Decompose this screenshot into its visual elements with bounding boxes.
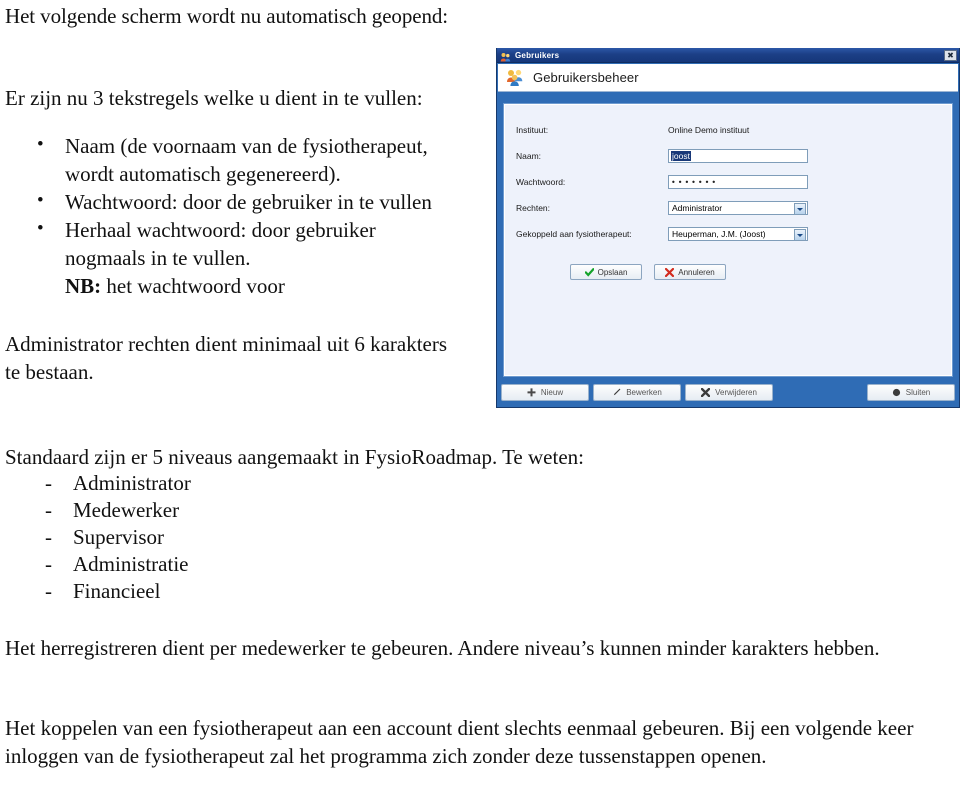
wachtwoord-input-value: •••••••	[671, 177, 719, 187]
list-item: Herhaal wachtwoord: door gebruiker nogma…	[37, 215, 460, 300]
naam-label: Naam:	[516, 151, 542, 161]
nb-note: NB: het wachtwoord voor	[65, 272, 460, 300]
wachtwoord-input[interactable]: •••••••	[668, 175, 808, 189]
close-icon[interactable]: ✖	[944, 49, 957, 61]
gebruikers-window: Gebruikers ✖ Gebruikersbeheer Instituut:…	[496, 48, 960, 408]
delete-icon	[700, 387, 711, 398]
levels-list: Administrator Medewerker Supervisor Admi…	[5, 470, 505, 605]
form-row-wachtwoord: Wachtwoord: •••••••	[516, 172, 942, 192]
list-item: Supervisor	[45, 524, 505, 551]
verwijderen-button[interactable]: Verwijderen	[685, 384, 773, 401]
list-item: Medewerker	[45, 497, 505, 524]
check-icon	[584, 267, 594, 277]
window-body-panel: Instituut: Online Demo instituut Naam: j…	[503, 103, 953, 377]
list-item: Naam (de voornaam van de fysiotherapeut,…	[37, 131, 460, 188]
fysiotherapeut-select-value: Heuperman, J.M. (Joost)	[672, 229, 766, 239]
annuleren-button[interactable]: Annuleren	[654, 264, 726, 280]
plus-icon	[527, 388, 536, 397]
sluiten-button[interactable]: Sluiten	[867, 384, 955, 401]
verwijderen-button-label: Verwijderen	[715, 388, 757, 397]
nieuw-button[interactable]: Nieuw	[501, 384, 589, 401]
user-form: Instituut: Online Demo instituut Naam: j…	[516, 120, 942, 250]
chevron-down-icon[interactable]	[794, 229, 806, 241]
rechten-select[interactable]: Administrator	[668, 201, 808, 215]
rechten-label: Rechten:	[516, 203, 551, 213]
rechten-select-value: Administrator	[672, 203, 723, 213]
window-titlebar: Gebruikers ✖	[497, 48, 959, 63]
naam-input-value: joost	[671, 151, 691, 161]
nieuw-button-label: Nieuw	[540, 388, 564, 397]
list-item-text: Herhaal wachtwoord: door gebruiker nogma…	[65, 218, 376, 270]
instituut-label: Instituut:	[516, 125, 549, 135]
pencil-icon	[612, 388, 621, 397]
fysiotherapeut-label: Gekoppeld aan fysiotherapeut:	[516, 229, 632, 239]
bullet-list: Naam (de voornaam van de fysiotherapeut,…	[5, 131, 460, 300]
nb-continuation: Administrator rechten dient minimaal uit…	[5, 332, 448, 384]
list-item: Administratie	[45, 551, 505, 578]
instituut-value: Online Demo instituut	[668, 125, 750, 135]
opslaan-button[interactable]: Opslaan	[570, 264, 642, 280]
intro-paragraph: Er zijn nu 3 tekstregels welke u dient i…	[5, 86, 423, 110]
nb-inline-text: het wachtwoord voor	[106, 274, 285, 298]
cross-icon	[665, 267, 675, 277]
list-item: Administrator	[45, 470, 505, 497]
list-item: Wachtwoord: door de gebruiker in te vull…	[37, 187, 460, 216]
annuleren-button-label: Annuleren	[678, 267, 715, 277]
levels-intro-paragraph: Standaard zijn er 5 niveaus aangemaakt i…	[5, 445, 584, 469]
koppelen-paragraph: Het koppelen van een fysiotherapeut aan …	[5, 716, 914, 768]
users-icon	[500, 50, 511, 61]
users-group-icon	[506, 69, 525, 86]
page-title: Het volgende scherm wordt nu automatisch…	[5, 4, 448, 28]
form-actions: Opslaan Annuleren	[570, 264, 726, 280]
wachtwoord-label: Wachtwoord:	[516, 177, 566, 187]
form-row-instituut: Instituut: Online Demo instituut	[516, 120, 942, 140]
form-row-naam: Naam: joost	[516, 146, 942, 166]
naam-input[interactable]: joost	[668, 149, 808, 163]
window-header: Gebruikersbeheer	[498, 64, 958, 92]
fysiotherapeut-select[interactable]: Heuperman, J.M. (Joost)	[668, 227, 808, 241]
sluiten-button-label: Sluiten	[905, 388, 931, 397]
form-row-fysiotherapeut: Gekoppeld aan fysiotherapeut: Heuperman,…	[516, 224, 942, 244]
chevron-down-icon[interactable]	[794, 203, 806, 215]
nb-label: NB:	[65, 274, 102, 298]
list-item: Financieel	[45, 578, 505, 605]
herregistreren-paragraph: Het herregistreren dient per medewerker …	[5, 636, 880, 660]
window-header-title: Gebruikersbeheer	[533, 70, 639, 85]
opslaan-button-label: Opslaan	[597, 267, 628, 277]
bewerken-button[interactable]: Bewerken	[593, 384, 681, 401]
form-row-rechten: Rechten: Administrator	[516, 198, 942, 218]
close-circle-icon	[892, 388, 901, 397]
window-toolbar: Nieuw Bewerken Verwijderen Sluiten	[501, 383, 955, 402]
bewerken-button-label: Bewerken	[626, 388, 662, 397]
window-title: Gebruikers	[515, 50, 560, 60]
